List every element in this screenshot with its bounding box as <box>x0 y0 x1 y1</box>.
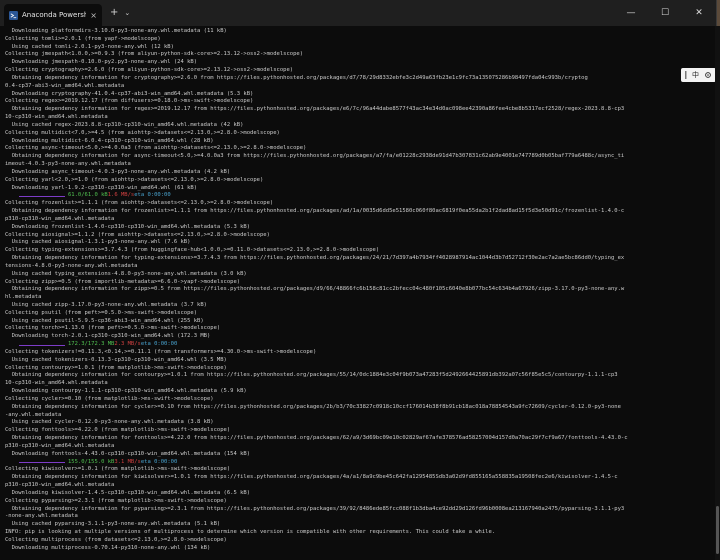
terminal-line: Collecting jmespath<1.0.0,>=0.9.3 (from … <box>5 51 304 58</box>
close-tab-icon[interactable]: × <box>90 11 97 20</box>
terminal-line: Collecting pyparsing>=2.3.1 (from matplo… <box>5 497 227 504</box>
terminal-line: 10-cp310-win_amd64.whl.metadata <box>5 114 108 121</box>
terminal-line: Collecting yarl<2.0,>=1.0 (from aiohttp-… <box>5 176 264 183</box>
terminal-line: -any.whl.metadata <box>5 411 62 418</box>
tab-dropdown-icon[interactable]: ⌄ <box>124 9 130 17</box>
terminal-line: p310-cp310-win_amd64.whl.metadata <box>5 482 115 489</box>
progress-eta: eta 0:00:00 <box>134 192 171 199</box>
progress-size: 172.3/172.3 MB <box>68 341 115 348</box>
scrollbar[interactable] <box>715 26 720 560</box>
terminal-window: Anaconda Powershell Prompt × + ⌄ — ☐ ✕ D… <box>0 0 717 560</box>
download-progress-line: 155.0/155.0 kB 3.1 MB/s eta 0:00:00 <box>5 459 712 467</box>
terminal-line: Collecting regex>=2019.12.17 (from diffu… <box>5 98 254 105</box>
title-bar: Anaconda Powershell Prompt × + ⌄ — ☐ ✕ <box>0 0 716 26</box>
terminal-line: Collecting cryptography>=2.6.0 (from ali… <box>5 67 294 74</box>
progress-rate: 3.1 MB/s <box>114 458 141 465</box>
terminal-line: tensions-4.8.0-py3-none-any.whl.metadata <box>5 262 138 269</box>
terminal-line: Downloading jmespath-0.10.0-py2.py3-none… <box>5 59 198 66</box>
terminal-line: 10-cp310-win_amd64.whl.metadata <box>5 380 108 387</box>
terminal-line: imeout-4.0.3-py3-none-any.whl.metadata <box>5 161 131 168</box>
terminal-line: Collecting psutil (from peft>=0.5.0->ms-… <box>5 309 198 316</box>
terminal-line: Collecting frozenlist>=1.1.1 (from aioht… <box>5 200 274 207</box>
terminal-line: p310-cp310-win_amd64.whl.metadata <box>5 442 115 449</box>
terminal-line: Downloading frozenlist-1.4.0-cp310-cp310… <box>5 223 251 230</box>
terminal-line: Downloading fonttools-4.43.0-cp310-cp310… <box>5 450 251 457</box>
terminal-line: 0.4-cp37-abi3-win_amd64.whl.metadata <box>5 82 125 89</box>
terminal-line: Collecting kiwisolver>=1.0.1 (from matpl… <box>5 466 231 473</box>
progress-bar <box>19 195 65 197</box>
terminal-line: Obtaining dependency information for fon… <box>5 435 628 442</box>
terminal-line: Using cached pyparsing-3.1.1-py3-none-an… <box>5 521 221 528</box>
terminal-line: Collecting zipp>=0.5 (from importlib-met… <box>5 278 241 285</box>
terminal-line: Downloading multiprocess-0.70.14-py310-n… <box>5 544 211 551</box>
terminal-line: Collecting multiprocess (from datasets<=… <box>5 536 227 543</box>
terminal-line: Collecting async-timeout<5.0,>=4.0.0a3 (… <box>5 145 307 152</box>
terminal-line: Obtaining dependency information for pyp… <box>5 505 625 512</box>
progress-rate: 2.3 MB/s <box>114 341 141 348</box>
terminal-line: Downloading yarl-1.9.2-cp310-cp310-win_a… <box>5 184 198 191</box>
scrollbar-thumb[interactable] <box>716 506 719 554</box>
progress-rate: 1.6 MB/s <box>107 192 135 199</box>
terminal-line: Collecting torch>=1.13.0 (from peft>=0.5… <box>5 325 221 332</box>
progress-size: 61.0/61.0 kB <box>68 192 108 199</box>
terminal-line: Obtaining dependency information for cyc… <box>5 403 621 410</box>
terminal-line: Using cached tomli-2.0.1-py3-none-any.wh… <box>5 43 174 50</box>
terminal-line: Obtaining dependency information for kiw… <box>5 474 618 481</box>
terminal-line: Downloading torch-2.0.1-cp310-cp310-win_… <box>5 333 211 340</box>
terminal-line: Downloading platformdirs-3.10.0-py3-none… <box>5 28 227 34</box>
close-button[interactable]: ✕ <box>682 0 716 26</box>
terminal-line: Using cached psutil-5.9.5-cp36-abi3-win_… <box>5 317 204 324</box>
terminal-line: Obtaining dependency information for fro… <box>5 208 625 215</box>
terminal-line: p310-cp310-win_amd64.whl.metadata <box>5 215 115 222</box>
terminal-line: Downloading async_timeout-4.0.3-py3-none… <box>5 168 231 175</box>
terminal-line: Using cached typing_extensions-4.8.0-py3… <box>5 270 247 277</box>
terminal-line: Downloading cryptography-41.0.4-cp37-abi… <box>5 90 254 97</box>
ime-mode-toggle[interactable]: 中 <box>692 70 699 80</box>
powershell-icon <box>9 10 18 20</box>
terminal-line: Downloading multidict-6.0.4-cp310-cp310-… <box>5 137 214 144</box>
terminal-line: Using cached regex-2023.8.8-cp310-cp310-… <box>5 121 244 128</box>
download-progress-line: 172.3/172.3 MB 2.3 MB/s eta 0:00:00 <box>5 341 712 349</box>
terminal-line: -none-any.whl.metadata <box>5 513 78 520</box>
maximize-button[interactable]: ☐ <box>648 0 682 26</box>
terminal-line: Using cached zipp-3.17.0-py3-none-any.wh… <box>5 301 207 308</box>
terminal-line: Obtaining dependency information for con… <box>5 372 618 379</box>
gear-icon[interactable] <box>704 71 712 79</box>
terminal-line: Collecting fonttools>=4.22.0 (from matpl… <box>5 427 231 434</box>
window-controls: — ☐ ✕ <box>614 0 716 26</box>
tab-title: Anaconda Powershell Prompt <box>22 11 86 19</box>
terminal-line: Collecting cycler>=0.10 (from matplotlib… <box>5 395 214 402</box>
progress-eta: eta 0:00:00 <box>140 458 178 465</box>
terminal-tab[interactable]: Anaconda Powershell Prompt × <box>4 4 102 26</box>
progress-bar <box>19 461 65 463</box>
ime-grip-icon <box>685 71 687 79</box>
terminal-line: Collecting typing-extensions>=3.7.4.3 (f… <box>5 247 380 254</box>
ime-toolbar[interactable]: 中 <box>681 68 716 82</box>
download-progress-line: 61.0/61.0 kB 1.6 MB/s eta 0:00:00 <box>5 192 712 200</box>
terminal-line: Obtaining dependency information for cry… <box>5 74 588 81</box>
progress-size: 155.0/155.0 kB <box>68 458 115 465</box>
terminal-line: INFO: pip is looking at multiple version… <box>5 529 496 535</box>
terminal-line: Obtaining dependency information for reg… <box>5 106 625 113</box>
terminal-line: Using cached tokenizers-0.13.3-cp310-cp3… <box>5 356 227 363</box>
terminal-line: Downloading contourpy-1.1.1-cp310-cp310-… <box>5 388 247 395</box>
terminal-line: Obtaining dependency information for typ… <box>5 255 625 262</box>
terminal-line: Using cached cycler-0.12.0-py3-none-any.… <box>5 419 214 426</box>
terminal-line: Collecting tomli>=2.0.1 (from yapf->mode… <box>5 35 161 42</box>
terminal-line: Collecting multidict<7.0,>=4.5 (from aio… <box>5 129 280 136</box>
terminal-line: Obtaining dependency information for zip… <box>5 286 625 293</box>
terminal-line: Collecting aiosignal>=1.1.2 (from aiohtt… <box>5 231 270 238</box>
progress-eta: eta 0:00:00 <box>140 341 178 348</box>
minimize-button[interactable]: — <box>614 0 648 26</box>
terminal-line: Obtaining dependency information for asy… <box>5 153 625 160</box>
terminal-line: Using cached aiosignal-1.3.1-py3-none-an… <box>5 239 191 246</box>
terminal-line: hl.metadata <box>5 294 42 301</box>
terminal-line: Collecting contourpy>=1.0.1 (from matplo… <box>5 364 227 371</box>
terminal-line: Collecting tokenizers!=0.11.3,<0.14,>=0.… <box>5 348 317 355</box>
terminal-line: Downloading kiwisolver-1.4.5-cp310-cp310… <box>5 489 251 496</box>
new-tab-button[interactable]: + <box>110 8 118 18</box>
progress-bar <box>19 344 65 346</box>
terminal-output[interactable]: Downloading platformdirs-3.10.0-py3-none… <box>0 26 716 560</box>
